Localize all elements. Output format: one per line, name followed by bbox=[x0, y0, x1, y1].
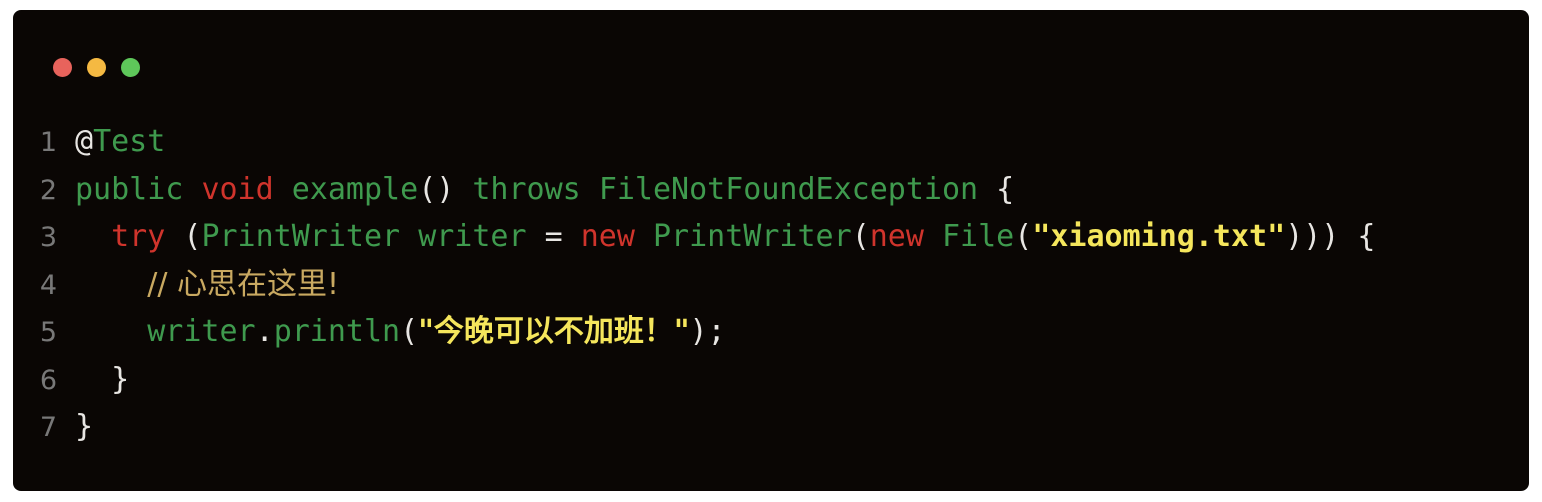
code-token-plain: ))) { bbox=[1285, 219, 1376, 254]
code-token-plain: } bbox=[111, 361, 130, 397]
code-token-ident: FileNotFoundException bbox=[598, 171, 979, 207]
code-token-plain: ( bbox=[1014, 219, 1033, 254]
code-token-plain: ); bbox=[689, 314, 726, 349]
code-line: 7} bbox=[13, 403, 1529, 451]
code-line-content: // 心思在这里! bbox=[75, 267, 339, 302]
line-number: 5 bbox=[39, 317, 57, 348]
code-token-keyword: try bbox=[111, 219, 166, 254]
traffic-light-minimize-button[interactable] bbox=[87, 58, 106, 77]
code-editor-content[interactable]: 1 @Test 2 public void example() throws File… bbox=[13, 118, 1529, 451]
code-line-content: } bbox=[75, 409, 93, 444]
code-token-plain: ( bbox=[183, 219, 202, 254]
line-number: 7 bbox=[39, 412, 57, 443]
code-line: 4 // 心思在这里! bbox=[13, 261, 1529, 309]
code-snippet-window: 1 @Test 2 public void example() throws File… bbox=[13, 10, 1529, 491]
code-token-ident: File bbox=[942, 219, 1015, 254]
code-token-keyword: new bbox=[869, 219, 924, 254]
code-token-plain: () bbox=[418, 171, 455, 207]
code-token-string: "xiaoming.txt" bbox=[1032, 219, 1286, 254]
code-token-plain: ( bbox=[851, 219, 870, 254]
line-number: 1 bbox=[39, 127, 57, 158]
code-token-ident: throws bbox=[472, 171, 581, 207]
code-token-ident: writer bbox=[147, 314, 256, 349]
code-token-ident: PrintWriter bbox=[653, 219, 852, 254]
code-token-string: "今晚可以不加班！" bbox=[418, 314, 690, 349]
code-token-ident: PrintWriter bbox=[201, 219, 401, 254]
code-token-ident: println bbox=[273, 314, 401, 349]
code-token-plain: } bbox=[75, 409, 94, 444]
code-token-ident: writer bbox=[418, 219, 527, 254]
line-number: 4 bbox=[39, 269, 57, 301]
code-line-content: writer.println("今晚可以不加班！"); bbox=[75, 314, 726, 349]
code-line-content: } bbox=[75, 362, 129, 397]
code-line-content: @Test bbox=[75, 124, 165, 159]
code-token-plain: { bbox=[978, 171, 1015, 207]
code-line: 2 public void example() throws FileNotFou… bbox=[13, 166, 1529, 214]
code-token-ident: example bbox=[291, 171, 419, 207]
code-token-plain: @ bbox=[75, 124, 94, 159]
code-token-ident: public bbox=[75, 171, 184, 207]
code-line: 1 @Test bbox=[13, 118, 1529, 166]
code-token-keyword: new bbox=[580, 219, 635, 254]
code-token-keyword: void bbox=[201, 171, 274, 207]
line-number: 3 bbox=[39, 222, 57, 253]
code-token-plain: ( bbox=[400, 314, 419, 349]
code-token-ident: Test bbox=[93, 124, 166, 159]
code-line: 6 } bbox=[13, 356, 1529, 404]
code-token-plain: . bbox=[255, 314, 274, 349]
code-line-content: try (PrintWriter writer = new PrintWrite… bbox=[75, 219, 1376, 254]
code-line: 3 try (PrintWriter writer = new PrintWri… bbox=[13, 213, 1529, 261]
code-line-content: public void example() throws FileNotFoun… bbox=[75, 172, 1014, 207]
line-number: 2 bbox=[39, 174, 57, 206]
traffic-light-maximize-button[interactable] bbox=[121, 58, 140, 77]
code-token-comment: // 心思在这里! bbox=[147, 266, 340, 302]
line-number: 6 bbox=[39, 364, 57, 396]
code-token-plain: = bbox=[544, 219, 563, 254]
code-line: 5 writer.println("今晚可以不加班！"); bbox=[13, 308, 1529, 356]
window-titlebar bbox=[13, 10, 1529, 77]
traffic-light-close-button[interactable] bbox=[53, 58, 72, 77]
